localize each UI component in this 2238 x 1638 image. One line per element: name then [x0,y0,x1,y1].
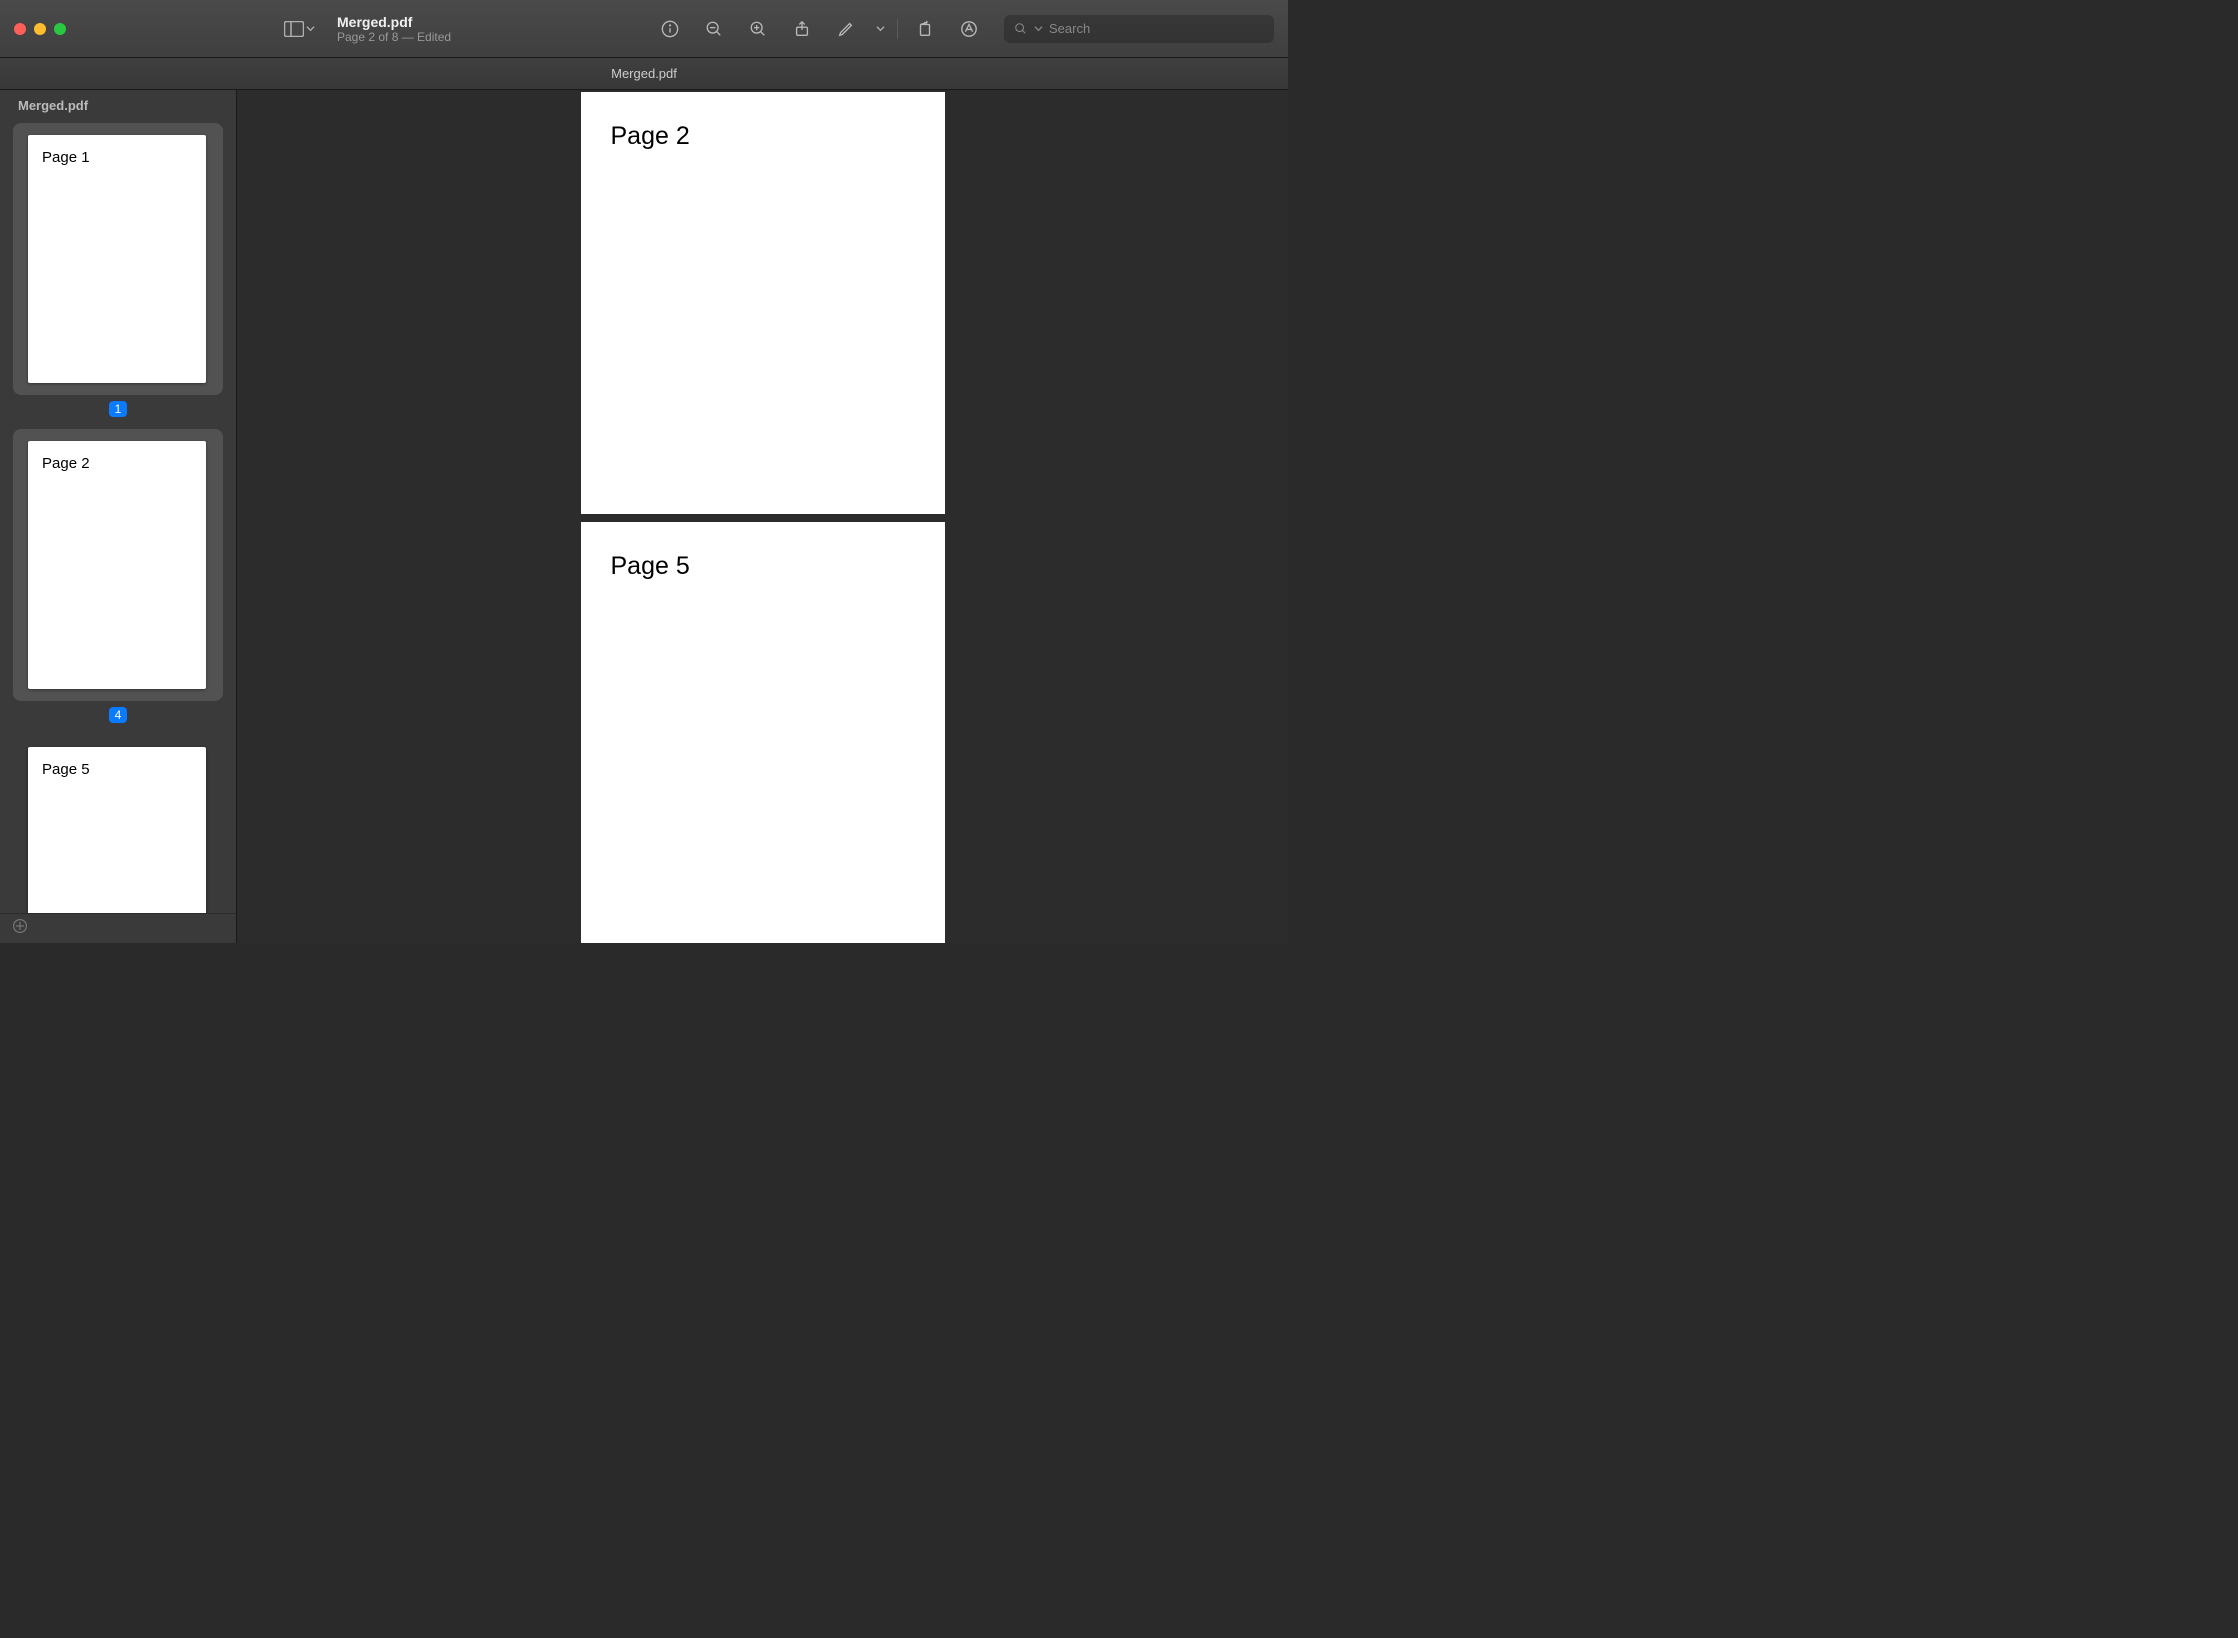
info-button[interactable] [651,14,689,44]
minimize-window-button[interactable] [34,23,46,35]
title-block: Merged.pdf Page 2 of 8 — Edited [337,14,451,44]
search-input[interactable] [1049,21,1264,36]
chevron-down-icon [306,20,315,38]
highlight-menu-button[interactable] [871,14,889,44]
sidebar-toggle-button[interactable] [284,20,315,38]
thumbnail-sidebar: Merged.pdf Page 1 1 Page 2 4 Page 5 [0,90,237,943]
tab-bar: Merged.pdf [0,58,1288,90]
thumbnail-item[interactable]: Page 2 4 [12,429,224,723]
add-page-button[interactable] [12,918,28,939]
titlebar: Merged.pdf Page 2 of 8 — Edited [0,0,1288,58]
thumbnail-page: Page 1 [28,135,206,383]
document-title: Merged.pdf [337,14,451,30]
sidebar-header: Merged.pdf [0,90,236,119]
highlight-button[interactable] [827,14,865,44]
document-view[interactable]: Page 2 Page 5 [237,90,1288,943]
search-field[interactable] [1004,15,1274,43]
share-button[interactable] [783,14,821,44]
close-window-button[interactable] [14,23,26,35]
sidebar-footer [0,913,236,943]
thumbnail-frame: Page 2 [13,429,223,701]
content-area: Merged.pdf Page 1 1 Page 2 4 Page 5 [0,90,1288,943]
thumbnail-frame: Page 5 [13,735,223,913]
search-icon [1014,22,1028,36]
thumbnail-frame: Page 1 [13,123,223,395]
thumbnail-page: Page 5 [28,747,206,913]
window-controls [14,23,66,35]
document-page: Page 5 [581,522,945,944]
thumbnail-page-number: 1 [109,401,128,417]
maximize-window-button[interactable] [54,23,66,35]
tab-label[interactable]: Merged.pdf [611,66,677,81]
markup-button[interactable] [950,14,988,44]
thumbnail-item[interactable]: Page 1 1 [12,123,224,417]
zoom-in-button[interactable] [739,14,777,44]
document-page: Page 2 [581,92,945,514]
rotate-button[interactable] [906,14,944,44]
thumbnail-page: Page 2 [28,441,206,689]
thumbnail-item[interactable]: Page 5 [12,735,224,913]
toolbar-divider [897,19,898,39]
thumbnail-page-number: 4 [109,707,128,723]
thumbnail-list[interactable]: Page 1 1 Page 2 4 Page 5 [0,119,236,913]
zoom-out-button[interactable] [695,14,733,44]
chevron-down-icon [1034,20,1043,38]
toolbar [651,14,1274,44]
document-subtitle: Page 2 of 8 — Edited [337,30,451,44]
